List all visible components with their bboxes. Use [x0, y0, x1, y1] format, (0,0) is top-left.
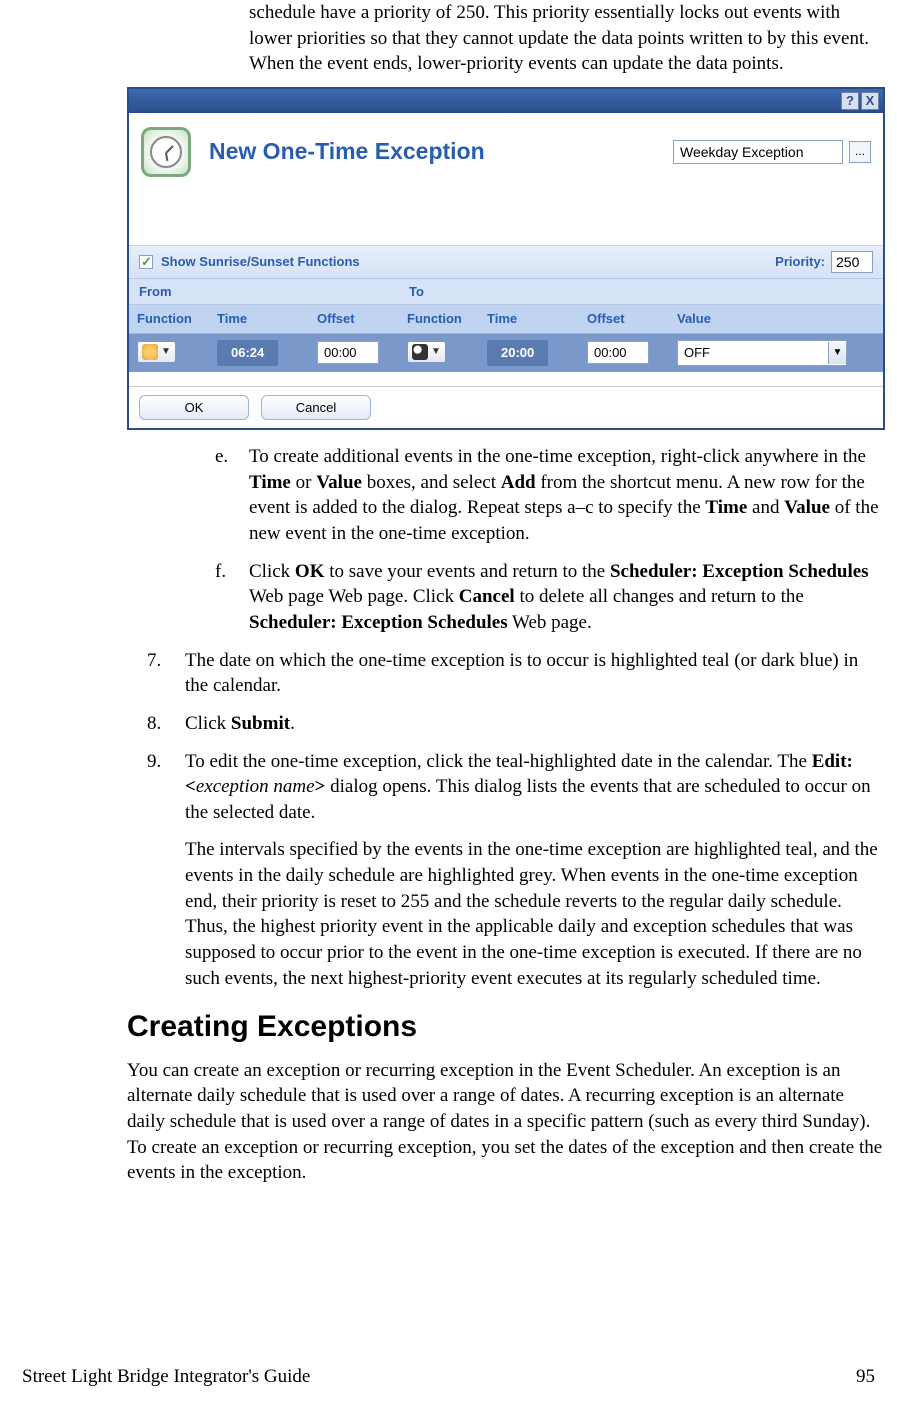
step-8: 8. Click Submit.	[147, 711, 885, 737]
value-dropdown[interactable]: OFF ▼	[677, 340, 847, 366]
to-function-dropdown[interactable]: ▼	[407, 341, 446, 363]
from-offset-field[interactable]	[317, 341, 379, 364]
from-function-dropdown[interactable]: ▼	[137, 341, 176, 363]
col-time: Time	[209, 305, 309, 334]
to-offset-field[interactable]	[587, 341, 649, 364]
close-icon[interactable]: X	[861, 92, 879, 110]
section-heading: Creating Exceptions	[127, 1007, 885, 1048]
col-offset: Offset	[579, 305, 669, 334]
priority-label: Priority:	[775, 253, 825, 271]
footer-title: Street Light Bridge Integrator's Guide	[22, 1364, 310, 1390]
ok-button[interactable]: OK	[139, 395, 249, 421]
help-icon[interactable]: ?	[841, 92, 859, 110]
show-sunrise-label: Show Sunrise/Sunset Functions	[161, 253, 360, 271]
chevron-down-icon: ▼	[828, 342, 846, 364]
chevron-down-icon: ▼	[161, 345, 171, 359]
sunrise-icon	[142, 344, 158, 360]
step-7: 7. The date on which the one-time except…	[147, 648, 885, 699]
col-function: Function	[129, 305, 209, 334]
intro-paragraph: schedule have a priority of 250. This pr…	[249, 0, 885, 77]
step-f: f. Click OK to save your events and retu…	[215, 559, 885, 636]
col-value: Value	[669, 305, 883, 334]
dialog-titlebar: ? X	[129, 89, 883, 113]
to-group-header: To	[399, 278, 669, 305]
dialog-title: New One-Time Exception	[209, 136, 673, 167]
page-number: 95	[856, 1364, 875, 1390]
exception-dialog: ? X New One-Time Exception ... Show Sunr…	[127, 87, 885, 430]
browse-button[interactable]: ...	[849, 141, 871, 163]
show-sunrise-checkbox[interactable]	[139, 255, 153, 269]
to-time-display[interactable]: 20:00	[487, 340, 548, 366]
exception-name-field[interactable]	[673, 140, 843, 164]
from-group-header: From	[129, 278, 399, 305]
col-function: Function	[399, 305, 479, 334]
from-time-display[interactable]: 06:24	[217, 340, 278, 366]
cancel-button[interactable]: Cancel	[261, 395, 371, 421]
col-offset: Offset	[309, 305, 399, 334]
page-footer: Street Light Bridge Integrator's Guide 9…	[22, 1364, 875, 1390]
step-e: e. To create additional events in the on…	[215, 444, 885, 547]
priority-field[interactable]	[831, 251, 873, 273]
step-9: 9. To edit the one-time exception, click…	[147, 749, 885, 826]
step-9-continuation: The intervals specified by the events in…	[185, 837, 885, 991]
sunset-icon	[412, 344, 428, 360]
creating-exceptions-para: You can create an exception or recurring…	[127, 1058, 885, 1186]
clock-icon	[141, 127, 191, 177]
chevron-down-icon: ▼	[431, 345, 441, 359]
col-time: Time	[479, 305, 579, 334]
